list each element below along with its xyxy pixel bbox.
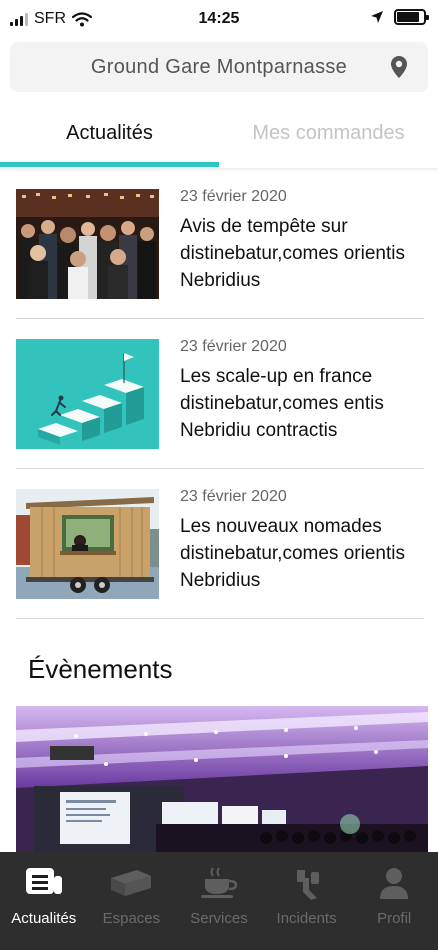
tab-mes-commandes[interactable]: Mes commandes [219, 122, 438, 145]
nav-label: Profil [377, 910, 412, 927]
status-bar: SFR 14:25 [0, 0, 438, 40]
location-name: Ground Gare Montparnasse [90, 56, 348, 78]
tab-actualites[interactable]: Actualités [0, 122, 219, 145]
nav-profil[interactable]: Profil [350, 852, 438, 950]
nav-incidents[interactable]: Incidents [263, 852, 351, 950]
nav-espaces[interactable]: Espaces [88, 852, 176, 950]
stairs-illustration [16, 339, 159, 449]
coffee-cup-icon [200, 867, 238, 898]
active-tab-indicator [0, 162, 219, 167]
news-title: Avis de tempête sur distinebatur,comes o… [180, 216, 405, 291]
nav-label: Actualités [11, 910, 77, 927]
tiny-house-trailer-photo [16, 489, 159, 599]
news-item[interactable]: 23 février 2020 Les nouveaux nomades dis… [16, 469, 424, 619]
location-selector[interactable]: Ground Gare Montparnasse [10, 42, 428, 92]
news-date: 23 février 2020 [180, 338, 287, 355]
news-item[interactable]: 23 février 2020 Avis de tempête sur dist… [16, 169, 424, 319]
news-title: Les nouveaux nomades distinebatur,comes … [180, 516, 405, 591]
nav-services[interactable]: Services [175, 852, 263, 950]
conference-hall-photo[interactable] [16, 706, 428, 852]
bottom-tab-bar: Actualités Espaces Services Incidents Pr… [0, 852, 438, 950]
news-date: 23 février 2020 [180, 488, 287, 505]
events-heading: Évènements [28, 654, 173, 684]
news-date: 23 février 2020 [180, 188, 287, 205]
battery-fill [397, 12, 420, 22]
building-icon [111, 870, 152, 896]
tab-bar: Actualités Mes commandes [0, 110, 438, 170]
nav-actualites[interactable]: Actualités [0, 852, 88, 950]
crowd-event-photo [16, 189, 159, 299]
nav-label: Services [190, 910, 248, 927]
battery-icon [394, 9, 429, 25]
status-right [370, 9, 429, 25]
location-arrow-icon [371, 11, 383, 23]
news-item[interactable]: 23 février 2020 Les scale-up en france d… [16, 319, 424, 469]
map-pin-icon[interactable] [390, 55, 408, 79]
nav-label: Espaces [102, 910, 161, 927]
news-title: Les scale-up en france distinebatur,come… [180, 366, 384, 441]
person-icon [380, 868, 409, 899]
newspaper-icon [25, 868, 62, 894]
wrench-icon [296, 870, 319, 900]
nav-label: Incidents [276, 910, 337, 927]
